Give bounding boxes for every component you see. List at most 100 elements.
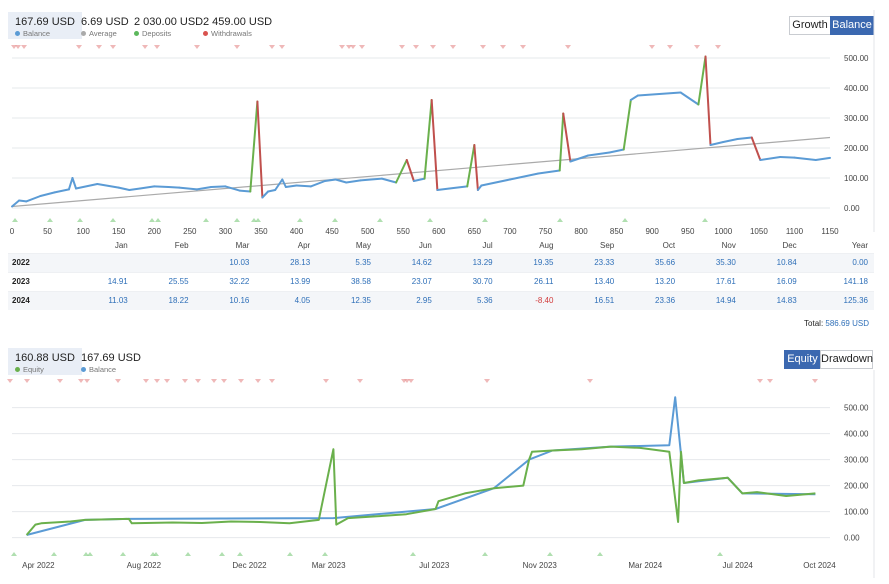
withdrawal-marker-icon (413, 45, 419, 49)
drawdown-button[interactable]: Drawdown (820, 350, 873, 369)
x-tick-label: 50 (43, 227, 52, 236)
withdrawal-marker-icon (115, 379, 121, 383)
table-cell (133, 252, 195, 272)
series-segment (128, 187, 142, 191)
deposit-marker-icon (332, 218, 338, 222)
table-cell: 10.84 (741, 252, 803, 272)
deposit-marker-icon (149, 218, 155, 222)
series-segment (759, 156, 782, 161)
total-label: Total: (804, 319, 824, 328)
x-tick-label: 800 (574, 227, 588, 236)
y-tick-label: 300.00 (844, 114, 869, 123)
series-segment (537, 169, 561, 175)
x-tick-label: 300 (219, 227, 233, 236)
series-segment (18, 199, 28, 203)
table-cell: 4.05 (255, 290, 317, 310)
table-cell: 28.13 (255, 252, 317, 272)
withdrawal-marker-icon (520, 45, 526, 49)
series-segment (380, 177, 398, 184)
x-tick-label: Apr 2022 (22, 561, 55, 570)
deposit-marker-icon (120, 552, 126, 556)
equity-button[interactable]: Equity (784, 350, 821, 369)
series-segment (67, 177, 74, 191)
withdrawal-marker-icon (269, 45, 275, 49)
x-tick-label: 100 (76, 227, 90, 236)
withdrawal-marker-icon (767, 379, 773, 383)
x-tick-label: 1050 (750, 227, 768, 236)
withdrawal-marker-icon (587, 379, 593, 383)
x-tick-label: 550 (397, 227, 411, 236)
withdrawal-marker-icon (238, 379, 244, 383)
withdrawal-marker-icon (142, 45, 148, 49)
x-tick-label: 150 (112, 227, 126, 236)
series-segment (210, 185, 227, 188)
withdrawal-marker-icon (694, 45, 700, 49)
table-cell: 26.11 (498, 271, 560, 291)
deposit-marker-icon (410, 552, 416, 556)
series-line-balance (26, 396, 816, 536)
series-segment (608, 148, 625, 154)
series-segment (793, 156, 817, 161)
table-cell: 12.35 (316, 290, 377, 310)
withdrawal-marker-icon (350, 45, 356, 49)
x-tick-label: 750 (539, 227, 553, 236)
table-cell: 13.20 (620, 271, 682, 291)
deposit-marker-icon (482, 218, 488, 222)
table-cell: 10.16 (194, 290, 256, 310)
withdrawal-marker-icon (255, 379, 261, 383)
series-segment (25, 195, 42, 203)
deposit-marker-icon (12, 218, 18, 222)
series-segment (750, 136, 762, 161)
x-tick-label: 200 (148, 227, 162, 236)
table-cell: 35.66 (620, 252, 682, 272)
table-header-apr: Apr (297, 240, 311, 250)
deposit-marker-icon (377, 218, 383, 222)
withdrawal-marker-icon (154, 45, 160, 49)
table-cell: 2.95 (377, 290, 438, 310)
deposit-marker-icon (482, 552, 488, 556)
series-segment (508, 172, 540, 181)
series-segment (139, 185, 156, 190)
withdrawal-marker-icon (323, 379, 329, 383)
series-segment (480, 178, 511, 187)
table-row: 2022 10.03 28.13 5.35 14.62 13.29 19.35 23.33 35… (8, 252, 874, 272)
withdrawal-marker-icon (195, 379, 201, 383)
table-cell: 13.29 (437, 252, 499, 272)
series-segment (267, 189, 277, 193)
x-tick-label: 1100 (786, 227, 804, 236)
deposit-marker-icon (255, 218, 261, 222)
table-cell: 11.03 (72, 290, 134, 310)
withdrawal-marker-icon (76, 45, 82, 49)
monthly-returns-table: Jan Feb Mar Apr May Jun Jul Aug Sep Oct Nov Dec Year… (8, 238, 874, 310)
table-header-aug: Aug (539, 240, 554, 250)
series-segment (345, 179, 362, 184)
withdrawal-marker-icon (96, 45, 102, 49)
series-segment (359, 177, 383, 182)
x-tick-label: 1000 (714, 227, 732, 236)
total-row: Total: 586.69 USD (804, 319, 869, 328)
x-tick-label: 500 (361, 227, 375, 236)
table-header-nov: Nov (721, 240, 736, 250)
deposit-marker-icon (155, 218, 161, 222)
x-tick-label: 450 (325, 227, 339, 236)
series-segment (558, 112, 565, 172)
table-cell: 5.35 (316, 252, 377, 272)
table-header-may: May (355, 240, 371, 250)
series-segment (466, 144, 476, 188)
y-tick-label: 100.00 (844, 508, 869, 517)
table-cell: 18.22 (133, 290, 195, 310)
withdrawal-marker-icon (450, 45, 456, 49)
deposit-marker-icon (287, 552, 293, 556)
deposit-marker-icon (717, 552, 723, 556)
series-segment (722, 138, 739, 143)
series-segment (709, 141, 725, 146)
x-tick-label: Dec 2022 (232, 561, 267, 570)
table-cell: 13.40 (559, 271, 621, 291)
series-segment (117, 186, 131, 191)
table-cell: 19.35 (498, 252, 560, 272)
stat-balance-2-value: 167.69 USD (81, 352, 141, 364)
withdrawal-marker-icon (408, 379, 414, 383)
y-tick-label: 0.00 (844, 204, 860, 213)
table-cell: 10.03 (194, 252, 256, 272)
balance-chart: 0.00 100.00 200.00 300.00 400.00 500.00 0 50 100… (10, 10, 875, 236)
